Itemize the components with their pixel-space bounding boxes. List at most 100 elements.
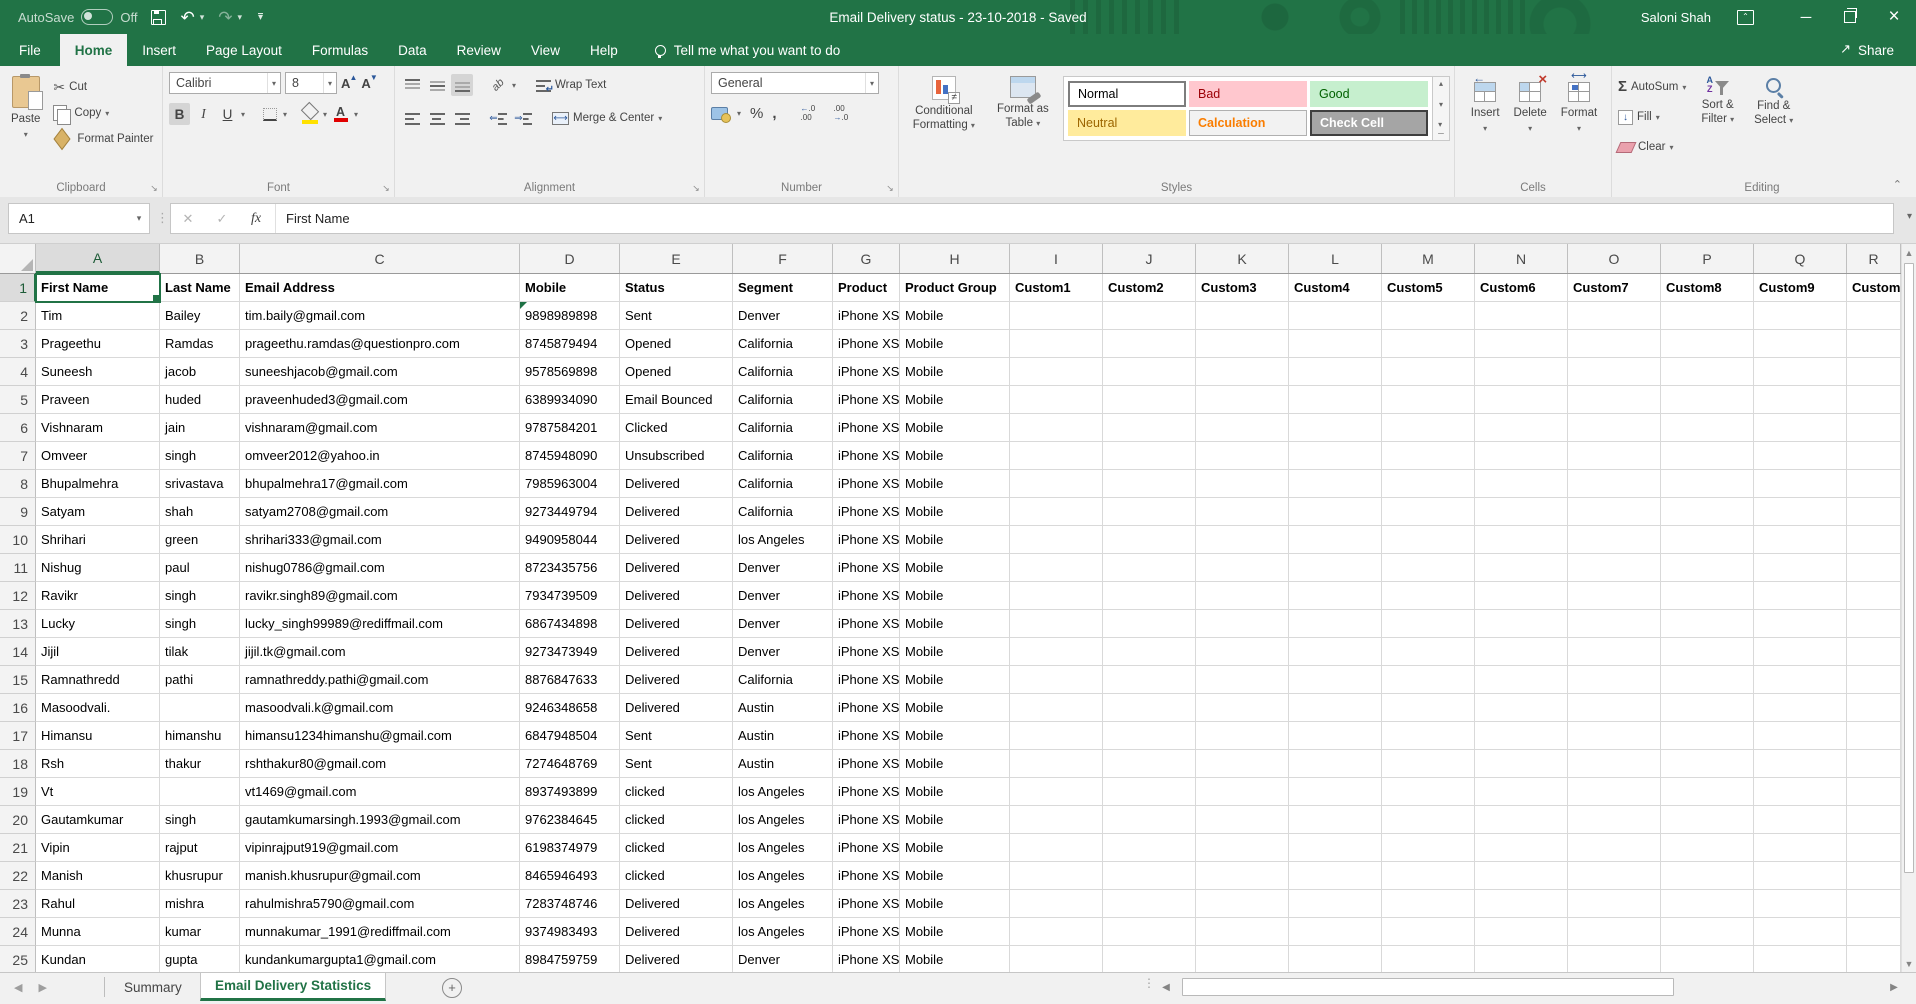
cell-K3[interactable] [1196, 330, 1289, 358]
cell-L21[interactable] [1289, 834, 1382, 862]
tab-file[interactable]: File [0, 34, 60, 66]
align-right-button[interactable] [451, 107, 473, 129]
cell-F10[interactable]: los Angeles [733, 526, 833, 554]
cell-B1[interactable]: Last Name [160, 274, 240, 302]
cell-O3[interactable] [1568, 330, 1661, 358]
cell-J15[interactable] [1103, 666, 1196, 694]
cell-A13[interactable]: Lucky [36, 610, 160, 638]
cell-H18[interactable]: Mobile [900, 750, 1010, 778]
cell-O14[interactable] [1568, 638, 1661, 666]
cell-E17[interactable]: Sent [620, 722, 733, 750]
row-header-11[interactable]: 11 [0, 554, 36, 582]
cell-R11[interactable] [1847, 554, 1901, 582]
tab-home[interactable]: Home [60, 34, 128, 66]
row-header-17[interactable]: 17 [0, 722, 36, 750]
cell-M9[interactable] [1382, 498, 1475, 526]
cell-Q7[interactable] [1754, 442, 1847, 470]
cell-C3[interactable]: prageethu.ramdas@questionpro.com [240, 330, 520, 358]
cell-style-neutral[interactable]: Neutral [1068, 110, 1186, 136]
column-header-A[interactable]: A [36, 244, 160, 273]
cell-F14[interactable]: Denver [733, 638, 833, 666]
account-name[interactable]: Saloni Shah [1641, 10, 1711, 25]
cell-A22[interactable]: Manish [36, 862, 160, 890]
cell-C23[interactable]: rahulmishra5790@gmail.com [240, 890, 520, 918]
cell-B19[interactable] [160, 778, 240, 806]
cell-H7[interactable]: Mobile [900, 442, 1010, 470]
cell-E9[interactable]: Delivered [620, 498, 733, 526]
cell-L20[interactable] [1289, 806, 1382, 834]
cell-J18[interactable] [1103, 750, 1196, 778]
cell-A6[interactable]: Vishnaram [36, 414, 160, 442]
cell-M13[interactable] [1382, 610, 1475, 638]
cell-H6[interactable]: Mobile [900, 414, 1010, 442]
cell-A11[interactable]: Nishug [36, 554, 160, 582]
column-header-D[interactable]: D [520, 244, 620, 273]
cell-I5[interactable] [1010, 386, 1103, 414]
row-header-2[interactable]: 2 [0, 302, 36, 330]
vertical-scroll-thumb[interactable] [1904, 263, 1914, 873]
cell-L22[interactable] [1289, 862, 1382, 890]
cell-I16[interactable] [1010, 694, 1103, 722]
cell-E21[interactable]: clicked [620, 834, 733, 862]
cell-M4[interactable] [1382, 358, 1475, 386]
cell-M24[interactable] [1382, 918, 1475, 946]
cell-F12[interactable]: Denver [733, 582, 833, 610]
cell-O23[interactable] [1568, 890, 1661, 918]
cell-I3[interactable] [1010, 330, 1103, 358]
row-header-20[interactable]: 20 [0, 806, 36, 834]
cell-B2[interactable]: Bailey [160, 302, 240, 330]
comma-style-button[interactable]: , [772, 105, 776, 122]
cell-F1[interactable]: Segment [733, 274, 833, 302]
cell-J16[interactable] [1103, 694, 1196, 722]
cell-K18[interactable] [1196, 750, 1289, 778]
cell-R7[interactable] [1847, 442, 1901, 470]
cell-L1[interactable]: Custom4 [1289, 274, 1382, 302]
cell-O7[interactable] [1568, 442, 1661, 470]
cell-I1[interactable]: Custom1 [1010, 274, 1103, 302]
cell-Q14[interactable] [1754, 638, 1847, 666]
cell-Q1[interactable]: Custom9 [1754, 274, 1847, 302]
cell-H23[interactable]: Mobile [900, 890, 1010, 918]
cell-P7[interactable] [1661, 442, 1754, 470]
row-header-24[interactable]: 24 [0, 918, 36, 946]
row-header-25[interactable]: 25 [0, 946, 36, 972]
cell-P4[interactable] [1661, 358, 1754, 386]
cell-H25[interactable]: Mobile [900, 946, 1010, 972]
clipboard-dialog-launcher-icon[interactable]: ↘ [149, 183, 159, 193]
cell-J13[interactable] [1103, 610, 1196, 638]
cell-F21[interactable]: los Angeles [733, 834, 833, 862]
cell-J5[interactable] [1103, 386, 1196, 414]
cell-R24[interactable] [1847, 918, 1901, 946]
cell-N21[interactable] [1475, 834, 1568, 862]
align-middle-button[interactable] [426, 74, 448, 96]
cell-M22[interactable] [1382, 862, 1475, 890]
cell-D22[interactable]: 8465946493 [520, 862, 620, 890]
column-header-Q[interactable]: Q [1754, 244, 1847, 273]
cancel-entry-icon[interactable]: ✕ [171, 211, 205, 227]
cell-R1[interactable]: Custom10 [1847, 274, 1901, 302]
row-header-19[interactable]: 19 [0, 778, 36, 806]
cell-H5[interactable]: Mobile [900, 386, 1010, 414]
cell-C18[interactable]: rshthakur80@gmail.com [240, 750, 520, 778]
cell-M6[interactable] [1382, 414, 1475, 442]
cell-P8[interactable] [1661, 470, 1754, 498]
column-header-E[interactable]: E [620, 244, 733, 273]
cell-Q3[interactable] [1754, 330, 1847, 358]
cell-C12[interactable]: ravikr.singh89@gmail.com [240, 582, 520, 610]
cell-G17[interactable]: iPhone XS [833, 722, 900, 750]
cell-N4[interactable] [1475, 358, 1568, 386]
cell-I18[interactable] [1010, 750, 1103, 778]
cell-Q8[interactable] [1754, 470, 1847, 498]
cell-L24[interactable] [1289, 918, 1382, 946]
cell-E2[interactable]: Sent [620, 302, 733, 330]
cell-G23[interactable]: iPhone XS [833, 890, 900, 918]
row-header-7[interactable]: 7 [0, 442, 36, 470]
cell-L23[interactable] [1289, 890, 1382, 918]
cell-L9[interactable] [1289, 498, 1382, 526]
cell-H1[interactable]: Product Group [900, 274, 1010, 302]
decrease-indent-button[interactable]: ⇐ [487, 107, 509, 129]
cell-D20[interactable]: 9762384645 [520, 806, 620, 834]
horizontal-scrollbar[interactable]: ◀ ▶ [1158, 977, 1902, 998]
cell-F20[interactable]: los Angeles [733, 806, 833, 834]
cell-H21[interactable]: Mobile [900, 834, 1010, 862]
